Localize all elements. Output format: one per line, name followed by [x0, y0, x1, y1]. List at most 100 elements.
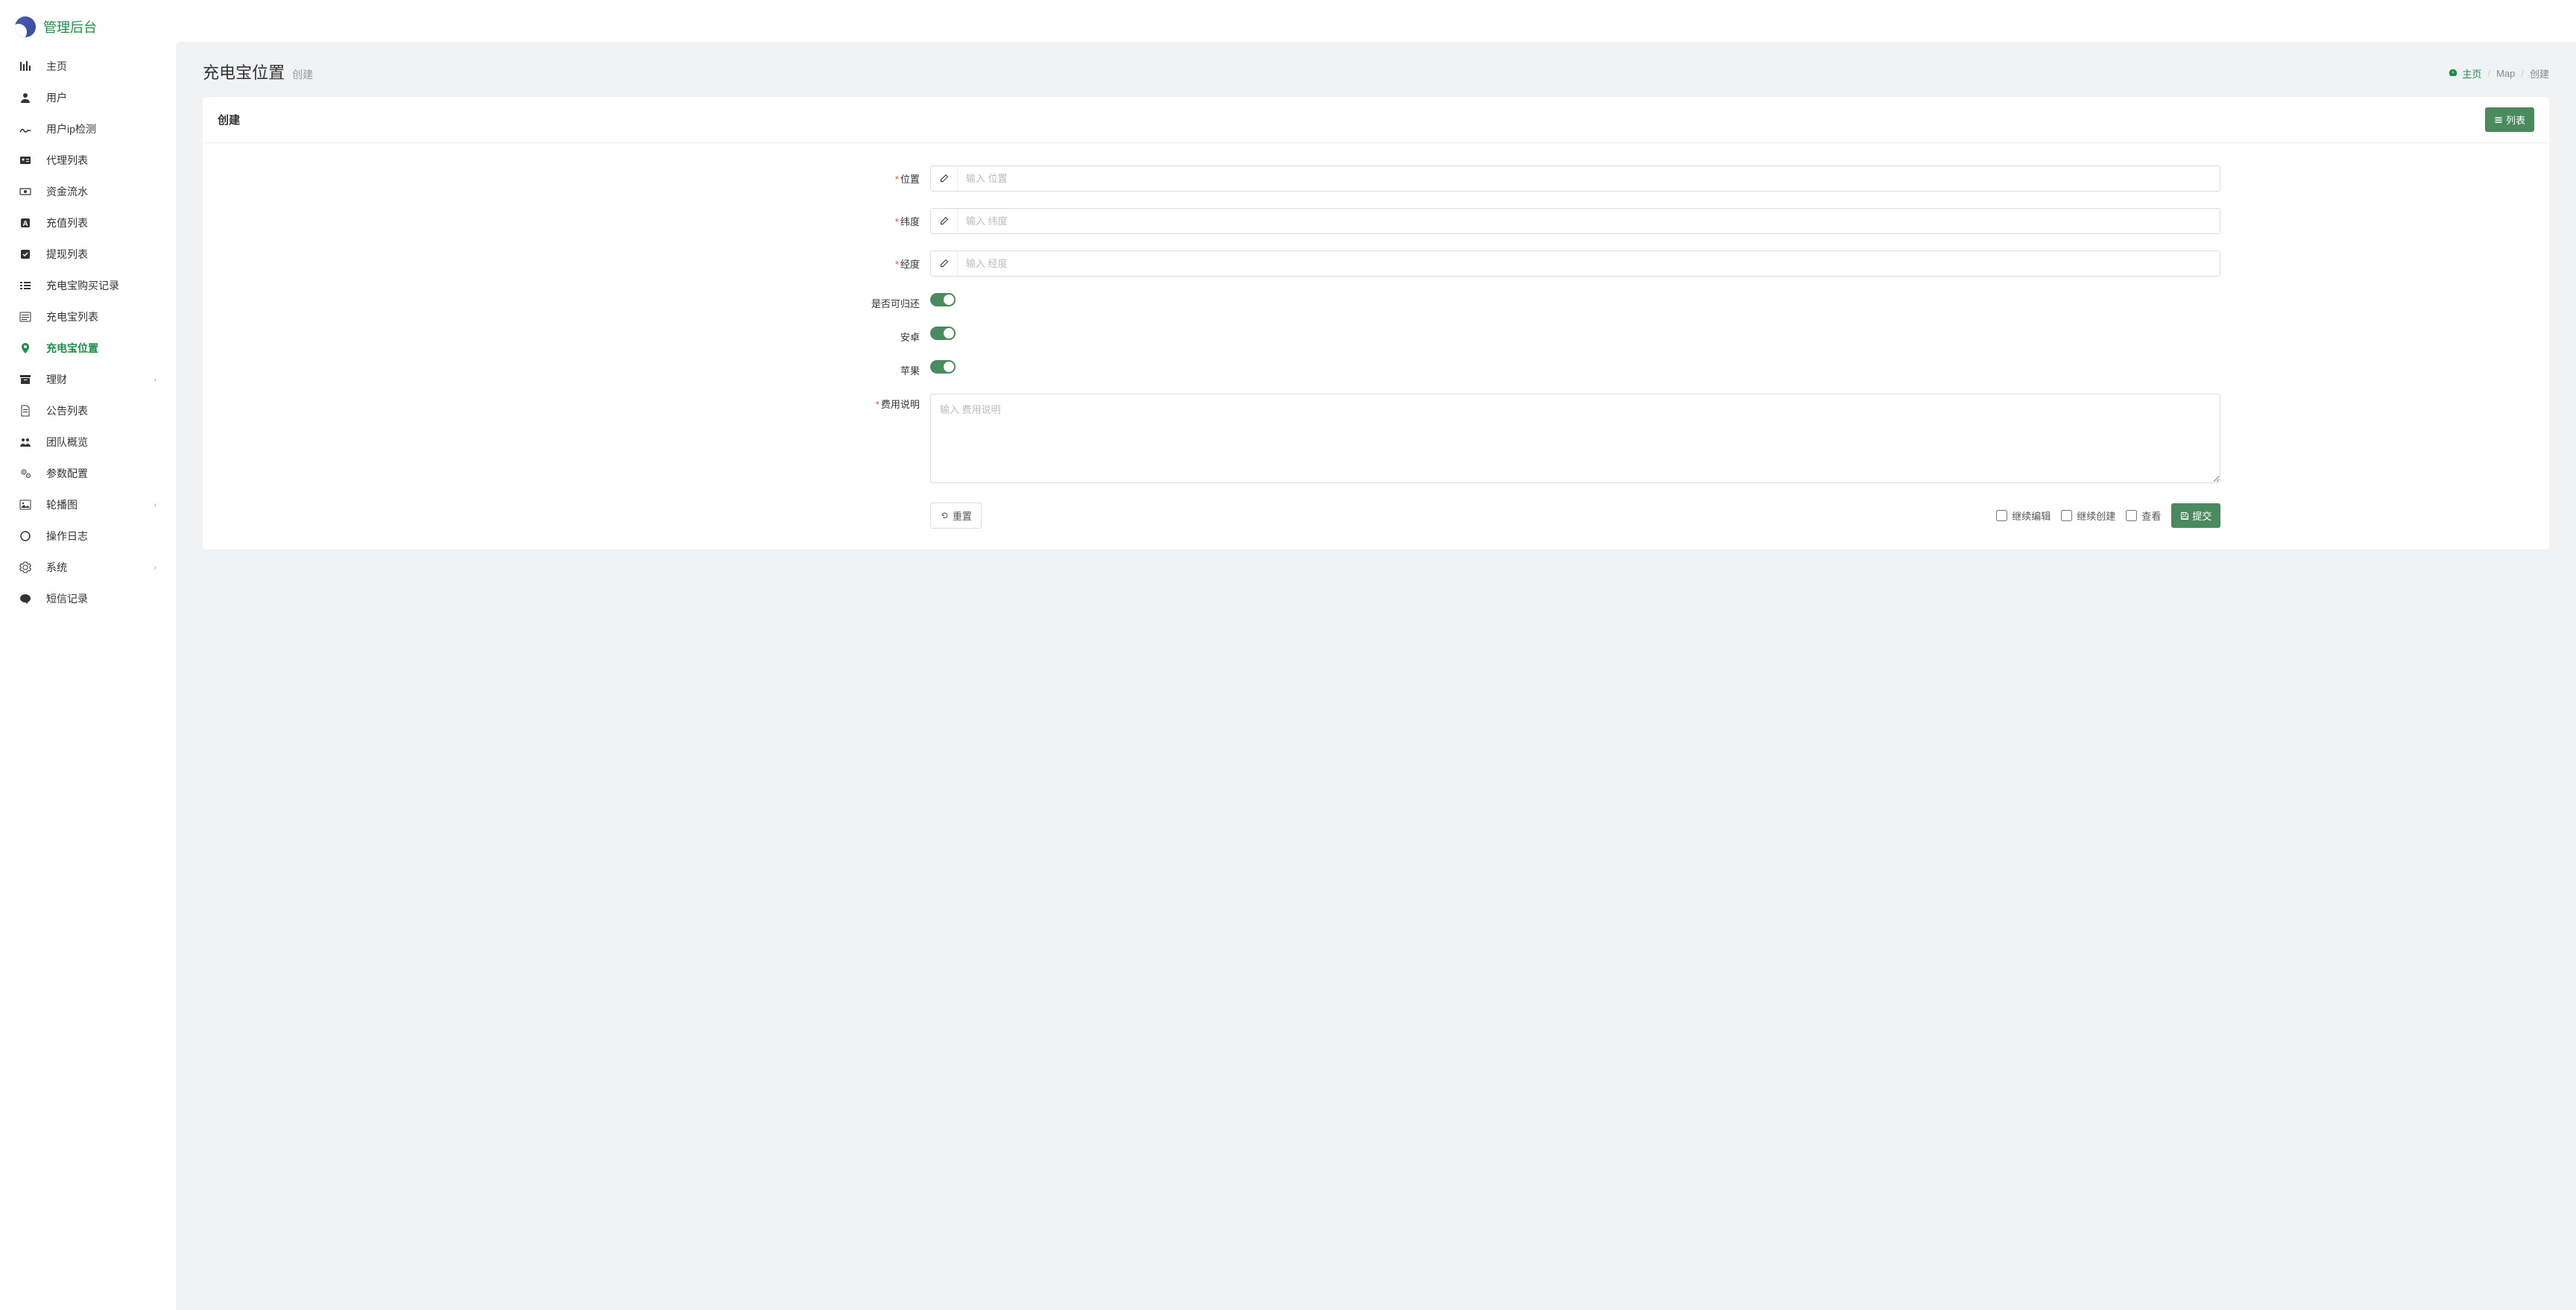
save-icon [2180, 511, 2189, 520]
pencil-icon [931, 251, 958, 276]
view-input[interactable] [2126, 510, 2137, 521]
sidebar-item-announce[interactable]: 公告列表 [0, 395, 176, 426]
sidebar-item-users[interactable]: 用户 [0, 82, 176, 113]
position-input[interactable] [958, 166, 2220, 191]
pencil-icon [931, 209, 958, 233]
fee-desc-label: *费用说明 [203, 394, 930, 411]
comment-icon [19, 593, 31, 605]
sidebar-item-sms[interactable]: 短信记录 [0, 583, 176, 614]
continue-edit-input[interactable] [1996, 510, 2007, 521]
nav-menu: 主页 用户 用户ip检测 代理列表 资金流水 A 充值列表 [0, 51, 176, 614]
sidebar-item-label: 主页 [46, 59, 157, 74]
pencil-icon [931, 166, 958, 191]
returnable-toggle[interactable] [930, 293, 956, 306]
sidebar-item-recharge[interactable]: A 充值列表 [0, 207, 176, 239]
circle-icon [19, 530, 31, 542]
sidebar-item-withdraw[interactable]: 提现列表 [0, 239, 176, 270]
sidebar-item-powerbank-list[interactable]: 充电宝列表 [0, 301, 176, 333]
sidebar-item-home[interactable]: 主页 [0, 51, 176, 82]
card-title: 创建 [218, 112, 240, 127]
longitude-input[interactable] [958, 251, 2220, 276]
sidebar-item-label: 资金流水 [46, 184, 157, 199]
sidebar: 管理后台 主页 用户 用户ip检测 代理列表 资金流水 [0, 0, 176, 1310]
breadcrumb-home[interactable]: 主页 [2448, 66, 2481, 81]
latitude-label: *纬度 [203, 208, 930, 228]
latitude-input[interactable] [958, 209, 2220, 233]
position-label: *位置 [203, 166, 930, 186]
list-alt-icon [19, 311, 31, 323]
card-header: 创建 列表 [203, 97, 2549, 143]
field-fee-desc: *费用说明 [203, 394, 2549, 483]
bold-icon: A [19, 217, 31, 229]
sidebar-item-label: 操作日志 [46, 529, 157, 544]
breadcrumb-separator: / [2521, 68, 2524, 79]
sidebar-item-logs[interactable]: 操作日志 [0, 520, 176, 552]
breadcrumb-current: 创建 [2530, 66, 2549, 81]
field-latitude: *纬度 [203, 208, 2549, 234]
form-body: *位置 *纬度 [203, 143, 2549, 549]
main-content: 充电宝位置 创建 主页 / Map / 创建 创建 列表 [176, 42, 2576, 1310]
check-square-icon [19, 248, 31, 260]
list-button[interactable]: 列表 [2485, 107, 2534, 132]
reset-button[interactable]: 重置 [930, 503, 982, 529]
returnable-label: 是否可归还 [203, 293, 930, 310]
submit-button[interactable]: 提交 [2171, 503, 2220, 528]
sidebar-item-team[interactable]: 团队概览 [0, 426, 176, 458]
sidebar-item-label: 提现列表 [46, 247, 157, 262]
sidebar-item-label: 代理列表 [46, 153, 157, 168]
continue-create-checkbox[interactable]: 继续创建 [2061, 508, 2115, 523]
field-position: *位置 [203, 166, 2549, 192]
user-icon [19, 92, 31, 104]
logo: 管理后台 [0, 6, 176, 51]
android-label: 安卓 [203, 327, 930, 344]
form-footer: 重置 继续编辑 继续创建 查看 [203, 500, 2549, 532]
app-title: 管理后台 [43, 17, 97, 37]
sidebar-item-params[interactable]: 参数配置 [0, 458, 176, 489]
list-icon [2494, 116, 2503, 125]
sidebar-item-label: 用户ip检测 [46, 122, 157, 136]
sidebar-item-funds[interactable]: 资金流水 [0, 176, 176, 207]
users-icon [19, 436, 31, 448]
marker-icon [19, 342, 31, 354]
sidebar-item-label: 参数配置 [46, 466, 157, 481]
sidebar-item-label: 公告列表 [46, 403, 157, 418]
breadcrumb-map[interactable]: Map [2496, 68, 2515, 79]
sidebar-item-powerbank-location[interactable]: 充电宝位置 [0, 333, 176, 364]
file-icon [19, 405, 31, 417]
sidebar-item-purchase[interactable]: 充电宝购买记录 [0, 270, 176, 301]
sidebar-item-ip-detect[interactable]: 用户ip检测 [0, 113, 176, 145]
sidebar-item-agents[interactable]: 代理列表 [0, 145, 176, 176]
chevron-right-icon: › [154, 376, 157, 384]
longitude-label: *经度 [203, 251, 930, 271]
field-returnable: 是否可归还 [203, 293, 2549, 310]
image-icon [19, 499, 31, 511]
sidebar-item-system[interactable]: 系统 › [0, 552, 176, 583]
sidebar-item-label: 系统 [46, 560, 139, 575]
sidebar-item-label: 用户 [46, 90, 157, 105]
breadcrumb-separator: / [2487, 68, 2490, 79]
id-card-icon [19, 154, 31, 166]
apple-label: 苹果 [203, 360, 930, 377]
apple-toggle[interactable] [930, 360, 956, 374]
sidebar-item-label: 充电宝位置 [46, 341, 157, 356]
sidebar-item-carousel[interactable]: 轮播图 › [0, 489, 176, 520]
sidebar-item-finance[interactable]: 理财 › [0, 364, 176, 395]
android-toggle[interactable] [930, 327, 956, 340]
list-icon [19, 280, 31, 292]
fee-desc-textarea[interactable] [930, 394, 2220, 483]
view-checkbox[interactable]: 查看 [2126, 508, 2161, 523]
sidebar-item-label: 充电宝购买记录 [46, 278, 157, 293]
continue-edit-checkbox[interactable]: 继续编辑 [1996, 508, 2051, 523]
page-header: 充电宝位置 创建 主页 / Map / 创建 [176, 42, 2576, 97]
continue-create-input[interactable] [2061, 510, 2072, 521]
undo-icon [940, 511, 950, 520]
dashboard-icon [2448, 68, 2458, 78]
sidebar-item-label: 充电宝列表 [46, 309, 157, 324]
chevron-right-icon: › [154, 564, 157, 572]
page-subtitle: 创建 [292, 67, 313, 82]
sidebar-item-label: 理财 [46, 372, 139, 387]
gear-icon [19, 561, 31, 573]
logo-icon [15, 16, 36, 37]
signature-icon [19, 123, 31, 135]
bars-icon [19, 60, 31, 72]
